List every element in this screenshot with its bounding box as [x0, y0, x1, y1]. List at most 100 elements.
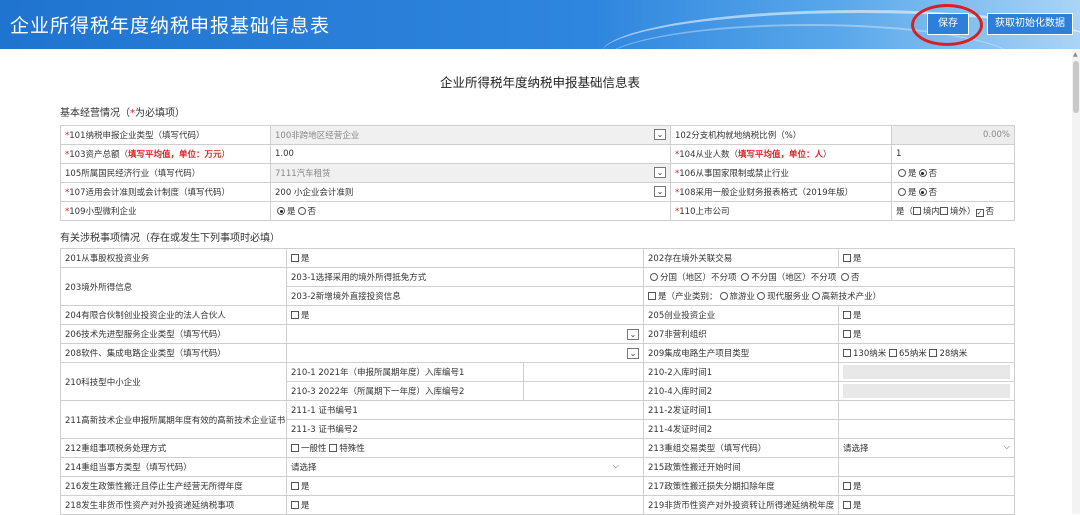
checkbox-no[interactable]: ✓ — [975, 209, 984, 217]
issue-time-1-input[interactable] — [838, 400, 1016, 420]
radio-no[interactable] — [297, 207, 306, 215]
report-format-radio-group[interactable]: 是否 — [891, 182, 1015, 202]
checkbox[interactable] — [291, 501, 299, 509]
row-label: 212重组事项税务处理方式 — [60, 438, 287, 458]
entry-number-1-input[interactable] — [522, 362, 645, 382]
radio-yes[interactable] — [898, 188, 906, 196]
row-label: 210科技型中小企业 — [60, 362, 287, 401]
checkbox[interactable] — [929, 349, 938, 357]
section-tax-matters: 有关涉税事项情况（存在或发生下列事项时必填） — [60, 233, 280, 244]
get-init-data-button[interactable]: 获取初始化数据 — [987, 13, 1073, 35]
radio-yes[interactable] — [277, 207, 285, 215]
radio[interactable] — [650, 273, 659, 281]
table-row: 206技术先进型服务企业类型（填写代码） ⌄ 207非营利组织 是 — [60, 324, 1016, 344]
restructuring-method-checkboxes[interactable]: 一般性 特殊性 — [285, 438, 645, 458]
relocation-loss-checkbox[interactable]: 是 — [838, 476, 1016, 496]
issue-time-2-input[interactable] — [838, 419, 1016, 439]
checkbox[interactable] — [843, 254, 852, 262]
table-row: 211高新技术企业申报所属期年度有效的高新技术企业证书 211-1 证书编号1 … — [60, 400, 1016, 439]
checkbox-domestic[interactable] — [913, 207, 922, 215]
radio-no[interactable] — [918, 169, 927, 177]
industry-select[interactable]: 7111汽车租赁 ⌄ — [270, 163, 671, 183]
checkbox[interactable] — [843, 501, 852, 509]
software-ic-select[interactable]: ⌄ — [285, 343, 645, 363]
checkbox[interactable] — [843, 311, 852, 319]
employees-input[interactable]: 1 — [891, 144, 1015, 164]
new-overseas-investment-group[interactable]: 是（产业类别： 旅游业 现代服务业 高新技术产业） — [643, 286, 1016, 306]
page-title: 企业所得税年度纳税申报基础信息表 — [10, 15, 331, 37]
row-label: *103资产总额（填写平均值，单位：万元） — [60, 144, 271, 164]
sub-label: 210-4入库时间2 — [643, 381, 840, 401]
vertical-scrollbar[interactable]: ▲ — [1072, 49, 1080, 514]
checkbox[interactable] — [843, 482, 852, 490]
section-basic-info: 基本经营情况（*为必填项） — [60, 108, 185, 119]
checkbox[interactable] — [291, 254, 299, 262]
chevron-down-icon[interactable]: ⌄ — [654, 167, 666, 178]
radio[interactable] — [741, 273, 750, 281]
checkbox[interactable] — [291, 444, 299, 452]
row-label: 203境外所得信息 — [60, 267, 287, 306]
chevron-down-icon[interactable]: ⌄ — [654, 129, 666, 140]
tax-matters-table: 201从事股权投资业务 是 202存在境外关联交易 是 203境外所得信息 20… — [60, 248, 1016, 515]
listed-company-checkboxes[interactable]: 是（ 境内 境外）✓ 否 — [891, 201, 1015, 221]
restructuring-type-select[interactable]: 请选择 ⌵ — [838, 438, 1016, 458]
total-assets-input[interactable]: 1.00 — [270, 144, 671, 164]
radio[interactable] — [719, 292, 728, 300]
row-label: 214重组当事方类型（填写代码） — [60, 457, 287, 477]
row-label: 218发生非货币性资产对外投资递延纳税事项 — [60, 495, 287, 515]
checkbox-overseas[interactable] — [940, 207, 949, 215]
restructuring-party-select[interactable]: 请选择 ⌵ — [285, 457, 645, 477]
chevron-down-icon[interactable]: ⌄ — [654, 186, 666, 197]
radio[interactable] — [757, 292, 766, 300]
credit-method-radio-group[interactable]: 分国（地区）不分项 不分国（地区）不分项 否 — [643, 267, 1016, 287]
chevron-down-icon[interactable]: ⌄ — [627, 328, 640, 340]
table-row: *101纳税申报企业类型（填写代码） 100非跨地区经营企业 ⌄ 102分支机构就… — [60, 125, 1015, 145]
accounting-standard-select[interactable]: 200 小企业会计准则 ⌄ — [270, 182, 671, 202]
sub-label: 211-1 证书编号1 — [285, 400, 645, 420]
table-row: 105所属国民经济行业（填写代码） 7111汽车租赁 ⌄ *106从事国家限制或禁… — [60, 163, 1015, 183]
entry-time-2-input[interactable] — [838, 381, 1016, 401]
checkbox[interactable] — [648, 292, 657, 300]
nonprofit-checkbox[interactable]: 是 — [838, 324, 1016, 344]
entry-time-1-input[interactable] — [838, 362, 1016, 382]
lp-partner-checkbox[interactable]: 是 — [285, 305, 645, 325]
restricted-industry-radio-group[interactable]: 是否 — [891, 163, 1015, 183]
sub-label: 203-2新增境外直接投资信息 — [285, 286, 645, 306]
radio[interactable] — [840, 273, 849, 281]
foreign-related-checkbox[interactable]: 是 — [838, 248, 1016, 268]
basic-info-table: *101纳税申报企业类型（填写代码） 100非跨地区经营企业 ⌄ 102分支机构就… — [60, 125, 1015, 221]
row-label: 105所属国民经济行业（填写代码） — [60, 163, 271, 183]
sub-label: 211-4发证时间2 — [643, 419, 840, 439]
checkbox[interactable] — [329, 444, 338, 452]
row-label: 201从事股权投资业务 — [60, 248, 287, 268]
chevron-down-icon[interactable]: ⌄ — [627, 347, 640, 359]
chevron-down-icon[interactable]: ⌵ — [613, 461, 619, 471]
vc-enterprise-checkbox[interactable]: 是 — [838, 305, 1016, 325]
ic-project-checkboxes[interactable]: 130纳米 65纳米 28纳米 — [838, 343, 1016, 363]
row-label: 206技术先进型服务企业类型（填写代码） — [60, 324, 287, 344]
equity-investment-checkbox[interactable]: 是 — [285, 248, 645, 268]
scroll-up-icon[interactable]: ▲ — [1073, 51, 1078, 58]
entry-number-2-input[interactable] — [522, 381, 645, 401]
relocation-no-income-checkbox[interactable]: 是 — [285, 476, 645, 496]
checkbox[interactable] — [888, 349, 897, 357]
small-micro-radio-group[interactable]: 是否 — [270, 201, 671, 221]
radio-no[interactable] — [918, 188, 927, 196]
radio-yes[interactable] — [898, 169, 906, 177]
advanced-service-select[interactable]: ⌄ — [285, 324, 645, 344]
relocation-start-input[interactable] — [838, 457, 1016, 477]
checkbox[interactable] — [291, 311, 299, 319]
row-label: 219非货币性资产对外投资转让所得递延纳税年度 — [643, 495, 840, 515]
taxpayer-type-select[interactable]: 100非跨地区经营企业 ⌄ — [270, 125, 671, 145]
checkbox[interactable] — [291, 482, 299, 490]
non-monetary-deferral-checkbox[interactable]: 是 — [285, 495, 645, 515]
radio[interactable] — [811, 292, 820, 300]
chevron-down-icon[interactable]: ⌵ — [1004, 442, 1010, 452]
checkbox[interactable] — [843, 349, 852, 357]
sub-label: 211-2发证时间1 — [643, 400, 840, 420]
row-label: 207非营利组织 — [643, 324, 840, 344]
branch-ratio-value: 0.00% — [891, 125, 1015, 145]
checkbox[interactable] — [843, 330, 852, 338]
row-label: 211高新技术企业申报所属期年度有效的高新技术企业证书 — [60, 400, 287, 439]
non-monetary-year-checkbox[interactable]: 是 — [838, 495, 1016, 515]
